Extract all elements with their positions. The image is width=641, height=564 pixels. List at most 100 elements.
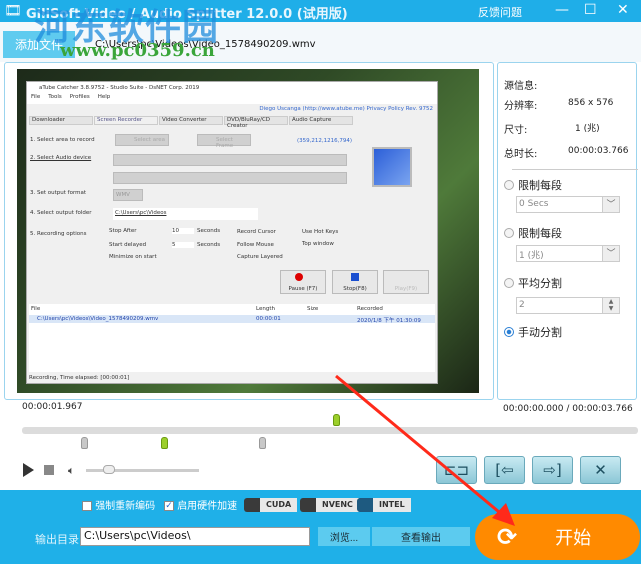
preview-format: WMV: [113, 189, 143, 201]
select-value: 0 Secs: [519, 199, 549, 209]
radio-icon: [504, 327, 514, 337]
preview-pause: Pause (F7): [280, 270, 326, 294]
close-icon[interactable]: ✕: [617, 2, 629, 18]
nvenc-badge: NVENC: [300, 498, 359, 512]
size-select[interactable]: 1 (兆) ﹀: [516, 245, 620, 262]
preview-tab: DVD/BluRay/CD Creator: [224, 116, 288, 129]
preview-sec1: 10: [172, 228, 194, 234]
maximize-icon[interactable]: ☐: [584, 2, 597, 18]
preview-option: Follow Mouse: [237, 242, 274, 248]
segment-marker[interactable]: [80, 437, 88, 449]
output-label: 输出目录:: [35, 533, 83, 546]
volume-handle[interactable]: [102, 465, 115, 474]
video-preview: aTube Catcher 3.8.9752 - Studio Suite - …: [4, 62, 494, 400]
preview-option: Use Hot Keys: [302, 229, 339, 235]
preview-option: Capture Layered: [237, 254, 283, 260]
preview-tab: Screen Recorder: [94, 116, 158, 125]
current-time: 00:00:01.967: [22, 402, 83, 412]
preview-status: Recording, Time elapsed: [00:00:01]: [29, 375, 130, 381]
set-end-button[interactable]: ⇨]: [532, 456, 573, 484]
chip-label: INTEL: [373, 498, 411, 512]
set-start-button[interactable]: [⇦: [484, 456, 525, 484]
list-cell: 00:00:01: [256, 316, 281, 322]
radio-icon: [504, 180, 514, 190]
preview-seconds: Seconds: [197, 242, 221, 248]
radio-limit-size[interactable]: 限制每段: [504, 225, 562, 241]
time-range: 00:00:00.000 / 00:00:03.766: [503, 404, 633, 414]
chevron-down-icon: ﹀: [602, 197, 619, 212]
video-frame: aTube Catcher 3.8.9752 - Studio Suite - …: [17, 69, 479, 393]
list-header: Recorded: [357, 306, 383, 312]
list-header: Size: [307, 306, 319, 312]
preview-links: Diego Uscanga (http://www.atube.me) Priv…: [259, 106, 433, 112]
radio-average[interactable]: 平均分割: [504, 275, 562, 291]
check-icon: ✓: [164, 501, 174, 511]
stop-icon[interactable]: [44, 465, 54, 475]
delete-button[interactable]: ✕: [580, 456, 621, 484]
chip-label: NVENC: [316, 498, 359, 512]
duration-value: 00:00:03.766: [568, 146, 629, 156]
preview-tab: Audio Capture: [289, 116, 353, 125]
hw-accel-checkbox[interactable]: ✓ 启用硬件加速: [164, 497, 237, 512]
radio-manual[interactable]: 手动分割: [504, 324, 562, 340]
output-path-input[interactable]: C:\Users\pc\Videos\: [80, 527, 310, 546]
preview-tabs: Downloader Screen Recorder Video Converter…: [29, 116, 353, 129]
preview-option: Stop After: [109, 228, 137, 234]
split-button[interactable]: ⊏⊐: [436, 456, 477, 484]
nvidia-icon: [244, 498, 260, 512]
checkbox-icon: [82, 501, 92, 511]
source-info-label: 源信息:: [504, 81, 538, 92]
size-label: 尺寸:: [504, 125, 528, 136]
preview-coords: (359,212,1216,794): [297, 138, 353, 144]
radio-limit-time[interactable]: 限制每段: [504, 177, 562, 193]
stepper-value: 2: [519, 300, 525, 310]
radio-icon: [504, 278, 514, 288]
radio-label: 限制每段: [518, 227, 562, 240]
preview-monitor-icon: [372, 147, 412, 187]
segment-marker[interactable]: [259, 437, 267, 449]
radio-label: 平均分割: [518, 277, 562, 290]
start-label: 开始: [555, 528, 592, 549]
timeline-track[interactable]: [22, 427, 638, 434]
list-header: Length: [256, 306, 275, 312]
refresh-icon: ⟳: [497, 523, 518, 551]
divider: [512, 169, 638, 170]
volume-icon[interactable]: 🔈︎: [68, 464, 75, 478]
average-stepper[interactable]: 2 ▲ ▼: [516, 297, 620, 314]
start-button[interactable]: ⟳ 开始: [475, 514, 640, 560]
playhead-handle[interactable]: [333, 414, 341, 426]
radio-label: 手动分割: [518, 326, 562, 339]
preview-select-frame: Select Frame: [197, 134, 251, 149]
force-reencode-checkbox[interactable]: 强制重新编码: [82, 497, 155, 512]
add-file-button[interactable]: 添加文件: [3, 31, 75, 58]
feedback-link[interactable]: 反馈问题: [478, 4, 522, 20]
view-output-button[interactable]: 查看输出: [372, 527, 470, 546]
stop-icon: [351, 273, 359, 281]
checkbox-label: 启用硬件加速: [177, 501, 238, 512]
checkbox-label: 强制重新编码: [95, 501, 156, 512]
title-bar: 🎞 GiliSoft Video / Audio Splitter 12.0.0…: [0, 0, 641, 22]
file-bar: 添加文件 C:\Users\pc\Videos\Video_1578490209…: [0, 22, 641, 62]
stepper-arrows-icon: ▲ ▼: [602, 298, 619, 313]
preview-step: 4. Select output folder: [30, 210, 92, 216]
preview-step: 1. Select area to record: [30, 137, 95, 143]
output-bar: 强制重新编码 ✓ 启用硬件加速 CUDA NVENC INTEL 输出目录: C…: [0, 490, 641, 564]
time-select[interactable]: 0 Secs ﹀: [516, 196, 620, 213]
list-header: File: [31, 306, 41, 312]
preview-menu-item: File: [31, 94, 41, 100]
minimize-icon[interactable]: —: [555, 2, 569, 18]
preview-step: 3. Set output format: [30, 190, 87, 196]
segment-marker[interactable]: [160, 437, 168, 449]
preview-option: Minimize on start: [109, 254, 157, 260]
preview-select-area: Select area: [115, 134, 169, 146]
list-cell: 2020/1/8 下午 01:30:09: [357, 318, 421, 324]
preview-option: Start delayed: [109, 242, 147, 248]
play-icon[interactable]: [23, 463, 34, 477]
preview-menu-item: Help: [97, 94, 111, 100]
preview-file-list: File Length Size Recorded C:\Users\pc\Vi…: [29, 304, 435, 372]
browse-button[interactable]: 浏览...: [318, 527, 370, 546]
chip-label: CUDA: [260, 498, 298, 512]
duration-label: 总时长:: [504, 149, 538, 160]
window-title: GiliSoft Video / Audio Splitter 12.0.0 (…: [26, 7, 348, 22]
app-logo-icon: 🎞: [4, 3, 22, 19]
